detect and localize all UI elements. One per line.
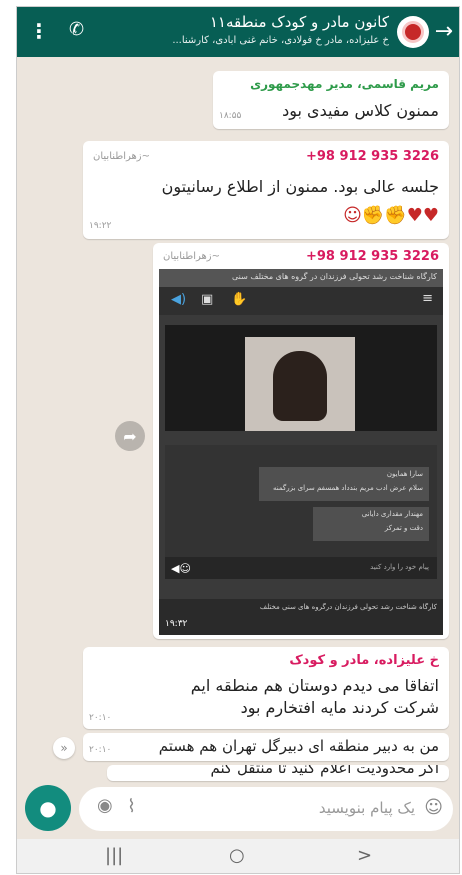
message-sender: +98 912 935 3226 (305, 249, 439, 264)
message-sender: خ علیزاده، مادر و کودک (289, 653, 439, 668)
media-toolbar: ◀) ▣ ✋ ≡ (159, 287, 443, 315)
message-text: من به دبیر منطقه ای دبیرگل تهران هم هستم (158, 737, 439, 755)
attach-icon[interactable]: ⌇ (127, 796, 136, 817)
system-nav-bar: ||| ○ > (17, 839, 459, 873)
back-icon[interactable]: > (357, 845, 372, 866)
emoji-row-icon: ♥♥✊✊☺ (343, 205, 439, 226)
media-chat-name: مهندار مقداری دایانی (361, 510, 423, 518)
back-arrow-icon[interactable]: → (435, 19, 453, 44)
message-text: ممنون کلاس مفیدی بود (282, 101, 439, 120)
media-chat-input: پیام خود را وارد کنید (165, 557, 437, 579)
recent-apps-icon[interactable]: ||| (105, 845, 123, 866)
message-bubble[interactable]: مریم قاسمی، مدیر مهدجمهوری ممنون کلاس مف… (213, 71, 449, 129)
message-input[interactable]: یک پیام بنویسید (319, 799, 415, 817)
add-call-icon[interactable]: ✆ (69, 19, 84, 40)
presenter-silhouette (273, 351, 327, 421)
message-text: جلسه عالی بود. ممنون از اطلاع رسانیتون (161, 177, 439, 196)
message-sender: +98 912 935 3226 (305, 149, 439, 164)
media-time: ۱۹:۳۲ (165, 619, 188, 629)
video-frame (245, 337, 355, 431)
media-chat-name: سارا همایون (386, 470, 423, 478)
hamburger-menu-icon: ≡ (422, 291, 433, 306)
group-avatar[interactable] (397, 16, 429, 48)
message-time: ۱۹:۲۲ (89, 221, 112, 231)
media-chat-text: دقت و تمرکز (384, 524, 423, 532)
speaker-icon: ◀) (171, 292, 187, 307)
media-chat-text: سلام عرض ادب مریم بندداد همسفم سرای بزرگ… (272, 484, 423, 492)
message-time: ۲۰:۱۰ (89, 745, 112, 755)
media-chat-line: سارا همایون سلام عرض ادب مریم بندداد همس… (259, 467, 429, 501)
media-caption-text: کارگاه شناخت رشد تحولی فرزندان درگروه ها… (259, 603, 437, 611)
message-time: ۲۰:۱۰ (89, 713, 112, 723)
message-text: اگر محدودیت اعلام کنید تا منتقل کنم (210, 765, 439, 777)
emoji-icon[interactable]: ☺ (424, 797, 443, 818)
media-send-icon: ◀☺ (171, 562, 191, 575)
message-bubble[interactable]: من به دبیر منطقه ای دبیرگل تهران هم هستم… (83, 733, 449, 761)
hand-icon: ✋ (231, 292, 248, 307)
forward-icon[interactable]: ➦ (115, 421, 145, 451)
home-icon[interactable]: ○ (229, 845, 245, 866)
phone-screen: → کانون مادر و کودک منطقه۱۱ خ علیزاده، م… (16, 6, 460, 874)
sender-alias: ~زهراطنابیان (163, 251, 220, 262)
more-options-icon[interactable]: ⋮ (29, 19, 49, 43)
message-bubble[interactable]: اگر محدودیت اعلام کنید تا منتقل کنم (107, 765, 449, 781)
scroll-down-icon[interactable]: » (53, 737, 75, 759)
message-bubble[interactable]: خ علیزاده، مادر و کودک اتفاقا می دیدم دو… (83, 647, 449, 729)
media-chat-panel: سارا همایون سلام عرض ادب مریم بندداد همس… (165, 445, 437, 579)
camera-icon[interactable]: ◉ (97, 795, 113, 816)
message-sender: مریم قاسمی، مدیر مهدجمهوری (250, 77, 439, 91)
chat-header[interactable]: → کانون مادر و کودک منطقه۱۱ خ علیزاده، م… (17, 7, 459, 57)
sender-alias: ~زهراطنابیان (93, 151, 150, 162)
message-text: اتفاقا می دیدم دوستان هم منطقه ایم شرکت … (190, 676, 439, 717)
media-top-caption: کارگاه شناخت رشد تحولی فرزندان در گروه ه… (159, 269, 443, 287)
video-panel (165, 325, 437, 431)
media-bottom-caption: کارگاه شناخت رشد تحولی فرزندان درگروه ها… (159, 599, 443, 635)
message-input-bar[interactable]: ☺ یک پیام بنویسید ⌇ ◉ (79, 787, 453, 831)
chat-title[interactable]: کانون مادر و کودک منطقه۱۱ (210, 13, 389, 31)
media-chat-line: مهندار مقداری دایانی دقت و تمرکز (313, 507, 429, 541)
chat-subtitle: خ علیزاده، مادر خ فولادی، خانم غنی آبادی… (172, 35, 389, 46)
screen-icon: ▣ (201, 292, 214, 307)
group-logo-icon (402, 21, 424, 43)
message-bubble[interactable]: +98 912 935 3226 ~زهراطنابیان جلسه عالی … (83, 141, 449, 239)
message-time: ۱۸:۵۵ (219, 111, 242, 121)
shared-screenshot[interactable]: کارگاه شناخت رشد تحولی فرزندان در گروه ه… (159, 269, 443, 635)
mic-icon[interactable]: ● (25, 785, 71, 831)
